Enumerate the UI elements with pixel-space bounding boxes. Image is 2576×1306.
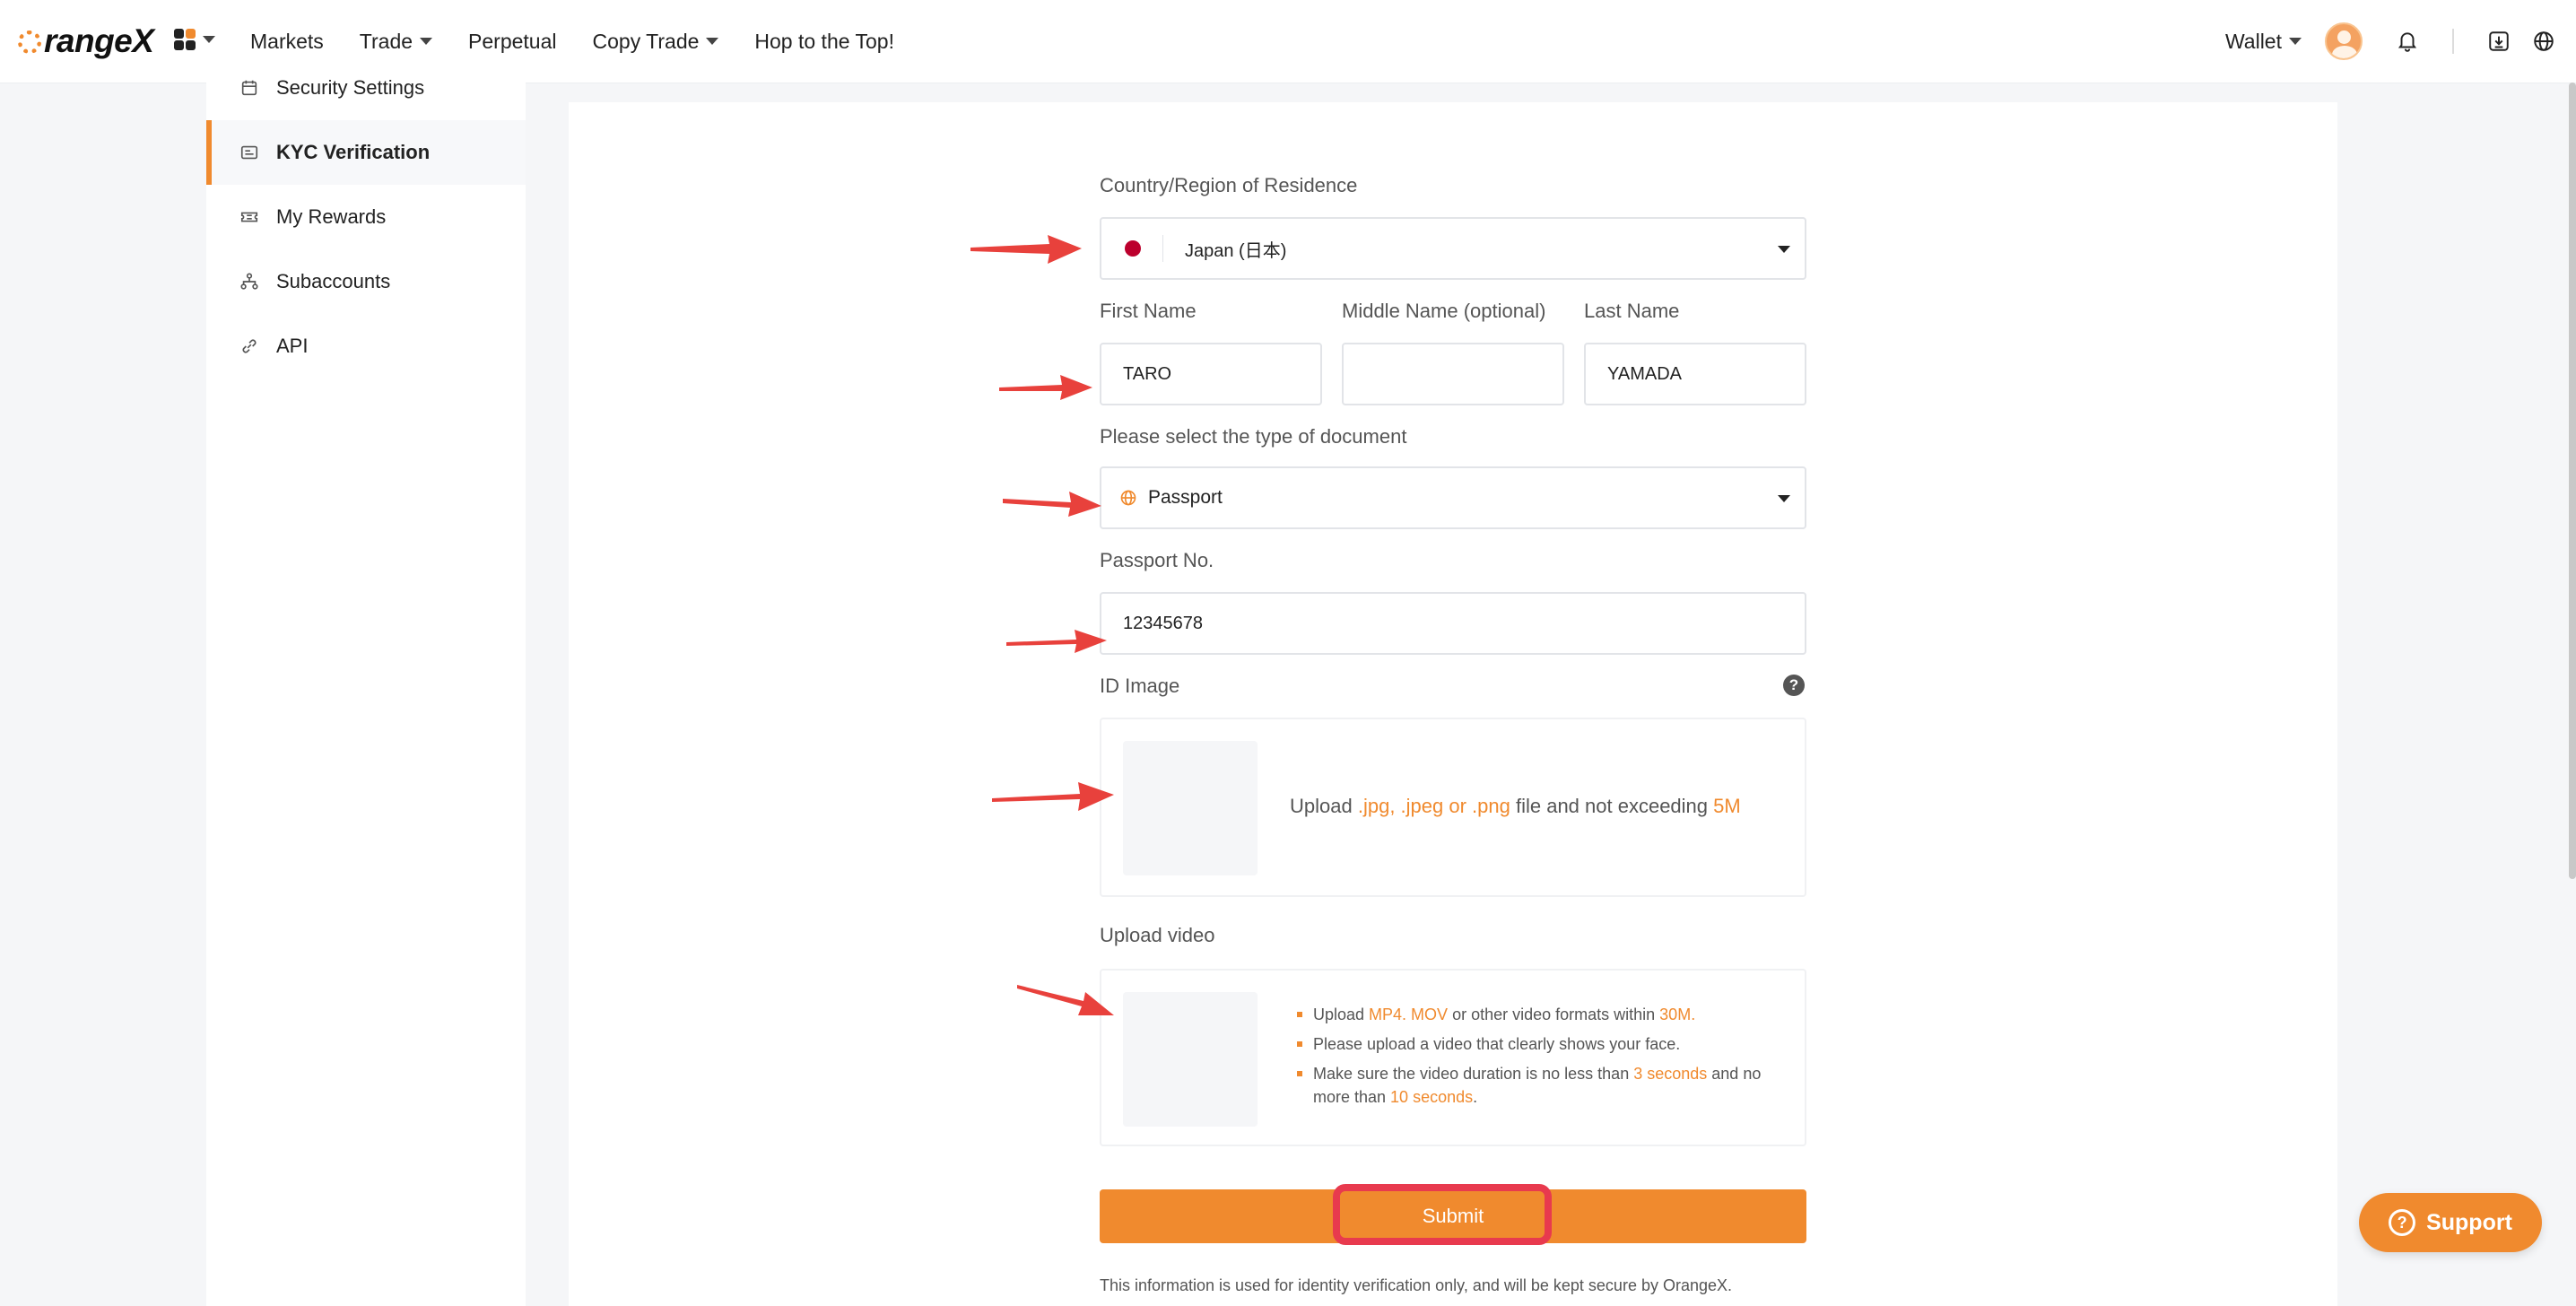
chevron-down-icon xyxy=(1778,495,1790,502)
apps-menu-button[interactable] xyxy=(174,29,215,50)
last-name-label: Last Name xyxy=(1584,300,1680,322)
nav-trade[interactable]: Trade xyxy=(359,29,433,54)
sidebar-item-kyc-verification[interactable]: KYC Verification xyxy=(206,120,526,185)
passport-label: Passport No. xyxy=(1100,549,1214,571)
download-icon[interactable] xyxy=(2479,22,2519,61)
video-requirements: Upload MP4. MOV or other video formats w… xyxy=(1295,1003,1787,1115)
chevron-down-icon xyxy=(420,38,433,45)
list-item: Upload MP4. MOV or other video formats w… xyxy=(1295,1003,1787,1026)
nav-markets[interactable]: Markets xyxy=(250,30,324,54)
annotation-arrow xyxy=(992,782,1114,811)
nav-right-group: Wallet xyxy=(2225,0,2576,83)
id-upload-hint: Upload .jpg, .jpeg or .png file and not … xyxy=(1290,795,1741,818)
submit-button[interactable]: Submit xyxy=(1100,1189,1806,1243)
id-image-label: ID Image xyxy=(1100,675,1180,697)
annotation-arrow xyxy=(970,235,1082,264)
sidebar-item-label: KYC Verification xyxy=(276,141,431,163)
link-icon xyxy=(239,335,260,357)
middle-name-field[interactable] xyxy=(1342,343,1564,405)
nav-trade-label: Trade xyxy=(359,29,413,53)
ticket-icon xyxy=(239,206,260,228)
video-dropzone[interactable] xyxy=(1123,992,1258,1127)
country-select[interactable]: Japan (日本) xyxy=(1100,217,1806,280)
middle-name-input[interactable] xyxy=(1344,363,1562,385)
sidebar-item-subaccounts[interactable]: Subaccounts xyxy=(206,249,526,314)
japan-flag-icon xyxy=(1125,240,1141,257)
sidebar-item-label: My Rewards xyxy=(276,205,387,228)
country-value: Japan (日本) xyxy=(1185,240,1287,261)
calendar-icon xyxy=(239,77,260,99)
doc-type-label: Please select the type of document xyxy=(1100,425,1407,448)
apps-grid-icon xyxy=(174,29,196,50)
divider xyxy=(2452,29,2454,54)
sidebar-item-api[interactable]: API xyxy=(206,314,526,379)
logo-text: rangeX xyxy=(44,22,154,59)
wallet-label: Wallet xyxy=(2224,29,2282,53)
annotation-arrow xyxy=(1003,492,1101,517)
id-image-upload[interactable]: Upload .jpg, .jpeg or .png file and not … xyxy=(1100,718,1806,897)
sidebar-item-security-settings[interactable]: Security Settings xyxy=(206,56,526,120)
nav-markets-label: Markets xyxy=(250,29,324,53)
doc-type-value: Passport xyxy=(1148,487,1223,508)
country-label: Country/Region of Residence xyxy=(1100,174,1358,196)
account-sidebar: Security Settings KYC Verification My Re… xyxy=(206,76,526,1306)
orangex-logo[interactable]: rangeX xyxy=(18,20,154,63)
nav-perpetual[interactable]: Perpetual xyxy=(468,30,556,54)
globe-icon[interactable] xyxy=(2524,22,2563,61)
page-scrollbar[interactable] xyxy=(2569,83,2576,879)
last-name-input[interactable] xyxy=(1586,363,1805,385)
nav-hop-label: Hop to the Top! xyxy=(754,29,894,53)
wallet-menu[interactable]: Wallet xyxy=(2225,30,2302,54)
chevron-down-icon xyxy=(1778,246,1790,253)
last-name-field[interactable] xyxy=(1584,343,1806,405)
chevron-down-icon xyxy=(203,36,215,43)
privacy-note: This information is used for identity ve… xyxy=(1100,1276,1733,1294)
logo-ring-icon xyxy=(18,30,41,54)
sidebar-item-label: Subaccounts xyxy=(276,270,391,292)
id-card-icon xyxy=(239,142,260,163)
annotation-arrow xyxy=(999,375,1092,400)
nav-copy-trade-label: Copy Trade xyxy=(592,29,700,53)
sidebar-item-label: Security Settings xyxy=(276,76,425,99)
nav-copy-trade[interactable]: Copy Trade xyxy=(593,30,719,54)
annotation-arrow xyxy=(1006,630,1107,653)
hint-formats: .jpg, .jpeg or .png xyxy=(1357,795,1510,817)
support-button[interactable]: ? Support xyxy=(2359,1193,2542,1252)
nav-hop-to-the-top[interactable]: Hop to the Top! xyxy=(754,30,894,54)
bell-icon[interactable] xyxy=(2388,22,2427,61)
list-item: Make sure the video duration is no less … xyxy=(1295,1062,1787,1109)
video-upload[interactable]: Upload MP4. MOV or other video formats w… xyxy=(1100,969,1806,1146)
org-chart-icon xyxy=(239,271,260,292)
hint-limit: 5M xyxy=(1713,795,1741,817)
question-icon: ? xyxy=(2389,1209,2416,1236)
id-image-dropzone[interactable] xyxy=(1123,741,1258,875)
video-label: Upload video xyxy=(1100,924,1215,946)
list-item: Please upload a video that clearly shows… xyxy=(1295,1032,1787,1056)
chevron-down-icon xyxy=(706,38,719,45)
nav-perpetual-label: Perpetual xyxy=(468,29,557,53)
hint-text: Upload xyxy=(1290,795,1358,817)
chevron-down-icon xyxy=(2289,38,2302,45)
hint-text: file and not exceeding xyxy=(1510,795,1714,817)
sidebar-item-my-rewards[interactable]: My Rewards xyxy=(206,185,526,249)
passport-number-input[interactable] xyxy=(1101,613,1805,634)
first-name-label: First Name xyxy=(1100,300,1197,322)
annotation-arrow xyxy=(1017,985,1114,1015)
first-name-input[interactable] xyxy=(1101,363,1320,385)
first-name-field[interactable] xyxy=(1100,343,1322,405)
doc-type-select[interactable]: Passport xyxy=(1100,466,1806,529)
help-icon[interactable]: ? xyxy=(1783,675,1805,696)
passport-globe-icon xyxy=(1119,489,1137,507)
middle-name-label: Middle Name (optional) xyxy=(1342,300,1546,322)
sidebar-item-label: API xyxy=(276,335,309,357)
support-label: Support xyxy=(2426,1209,2512,1235)
divider xyxy=(1162,235,1163,262)
avatar[interactable] xyxy=(2325,22,2363,60)
passport-number-field[interactable] xyxy=(1100,592,1806,655)
